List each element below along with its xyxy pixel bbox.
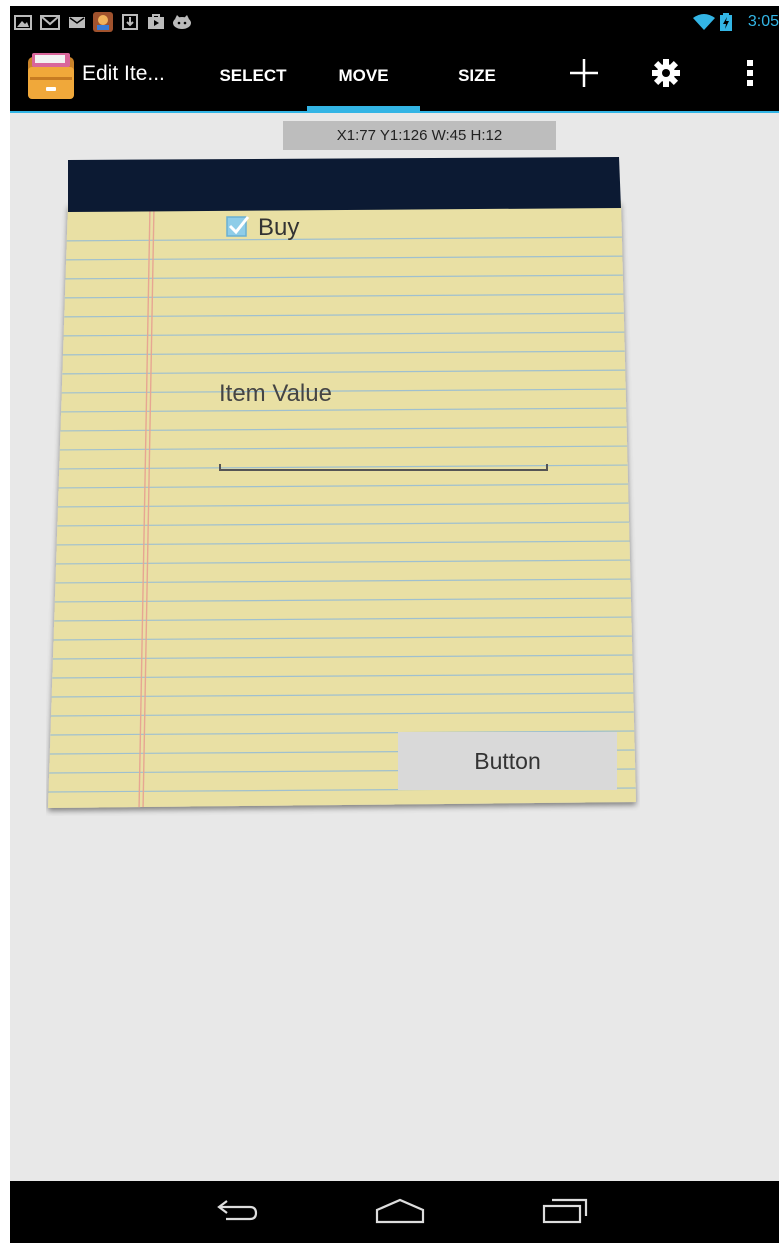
recent-apps-icon xyxy=(542,1198,588,1229)
home-icon xyxy=(375,1198,425,1229)
status-bar: 3:05 xyxy=(10,6,779,40)
overflow-menu-icon xyxy=(746,59,754,92)
tab-move[interactable]: MOVE xyxy=(307,40,420,111)
overflow-menu-button[interactable] xyxy=(722,40,778,111)
action-bar: Edit Ite... SELECT MOVE SIZE xyxy=(10,40,779,111)
navigation-bar xyxy=(10,1181,779,1243)
tab-label: MOVE xyxy=(338,65,389,85)
clock: 3:05 xyxy=(747,13,779,30)
recent-apps-button[interactable] xyxy=(535,1193,595,1233)
game-icon xyxy=(93,12,113,32)
position-info: X1:77 Y1:126 W:45 H:12 xyxy=(283,121,556,150)
notepad: Buy Item Value Button xyxy=(46,156,640,816)
back-button[interactable] xyxy=(208,1193,268,1233)
back-icon xyxy=(216,1199,260,1228)
cat-icon xyxy=(172,14,192,30)
notepad-header xyxy=(68,157,621,212)
email-icon xyxy=(68,14,86,30)
battery-charging-icon xyxy=(720,13,732,31)
button[interactable]: Button xyxy=(398,732,617,790)
screen: 3:05 Edit Ite... SELECT MOVE SIZE X1:77 … xyxy=(10,6,779,1243)
tab-select[interactable]: SELECT xyxy=(202,40,304,111)
tab-size[interactable]: SIZE xyxy=(422,40,532,111)
gallery-icon xyxy=(14,14,32,30)
wifi-icon xyxy=(693,13,715,31)
drawer-app-icon[interactable] xyxy=(26,51,76,101)
notepad-paper xyxy=(48,157,636,808)
home-button[interactable] xyxy=(370,1193,430,1233)
action-bar-divider xyxy=(10,111,779,113)
download-icon xyxy=(122,14,138,30)
buy-checkbox[interactable] xyxy=(226,214,250,238)
add-icon xyxy=(569,58,599,93)
tab-label: SIZE xyxy=(458,65,496,85)
tab-label: SELECT xyxy=(219,65,287,85)
settings-icon xyxy=(652,59,680,92)
button-label: Button xyxy=(474,747,541,774)
gmail-icon xyxy=(40,14,60,30)
add-button[interactable] xyxy=(556,40,612,111)
buy-label[interactable]: Buy xyxy=(258,214,299,242)
item-value-input[interactable] xyxy=(219,452,548,472)
item-value-label: Item Value xyxy=(219,380,332,407)
settings-button[interactable] xyxy=(638,40,694,111)
play-store-icon xyxy=(147,14,165,30)
app-title[interactable]: Edit Ite... xyxy=(82,62,165,86)
